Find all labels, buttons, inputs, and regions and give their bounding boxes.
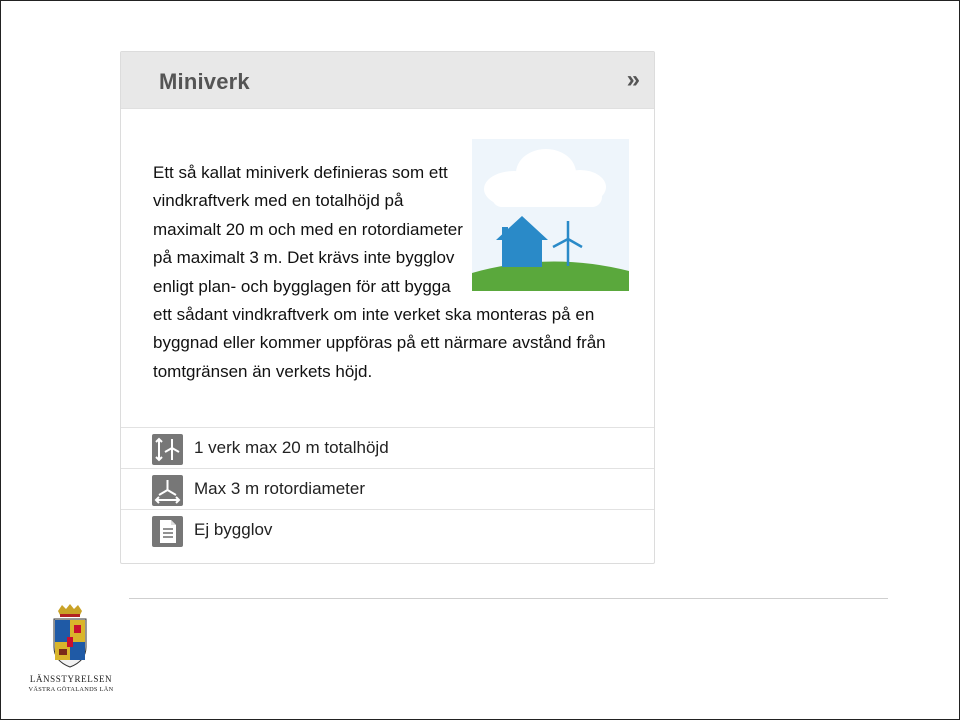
facts-list: 1 verk max 20 m totalhöjd Max 3 m rotord…: [121, 427, 654, 550]
rotor-icon: [152, 475, 183, 506]
miniverk-card: Miniverk » Ett så kallat miniverk defini…: [120, 51, 655, 564]
card-description-container: Ett så kallat miniverk definieras som et…: [153, 139, 629, 386]
fact-label: 1 verk max 20 m totalhöjd: [194, 438, 389, 457]
fact-row: Ej bygglov: [121, 509, 654, 550]
fact-row: 1 verk max 20 m totalhöjd: [121, 427, 654, 468]
fact-label: Max 3 m rotordiameter: [194, 479, 365, 498]
expand-chevron-icon[interactable]: »: [627, 66, 640, 94]
lansstyrelsen-logo: LÄNSSTYRELSEN VÄSTRA GÖTALANDS LÄN: [22, 603, 120, 697]
card-header: Miniverk »: [121, 52, 654, 109]
turbine-height-icon: [152, 434, 183, 465]
org-region: VÄSTRA GÖTALANDS LÄN: [28, 686, 114, 693]
card-title: Miniverk: [159, 69, 250, 94]
org-name: LÄNSSTYRELSEN: [29, 674, 113, 684]
fact-label: Ej bygglov: [194, 520, 273, 539]
fact-row: Max 3 m rotordiameter: [121, 468, 654, 509]
footer-divider: [129, 598, 888, 599]
document-icon: [152, 516, 183, 547]
wind-turbine-illustration: [472, 139, 629, 291]
coat-of-arms-icon: [53, 604, 87, 668]
